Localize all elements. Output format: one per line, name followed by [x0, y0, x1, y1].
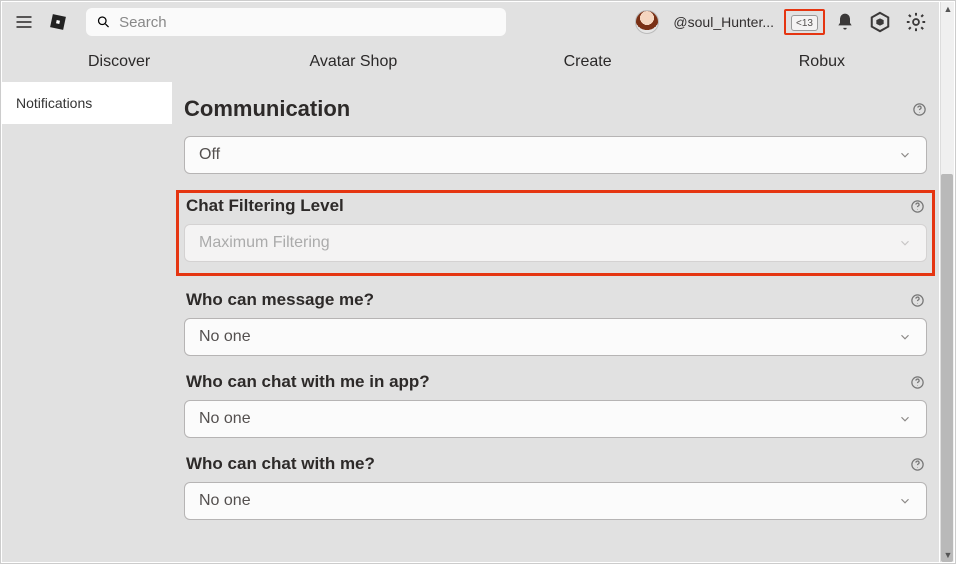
nav-robux[interactable]: Robux [705, 53, 939, 71]
topbar: @soul_Hunter... <13 [2, 2, 939, 42]
notifications-bell-icon[interactable] [835, 12, 855, 32]
help-icon[interactable] [912, 102, 927, 117]
field-label: Who can chat with me? [186, 454, 375, 474]
hamburger-menu-button[interactable] [14, 12, 34, 32]
select-communication-master[interactable]: Off [184, 136, 927, 174]
select-who-message[interactable]: No one [184, 318, 927, 356]
help-icon[interactable] [910, 293, 925, 308]
field-who-chat-in-app: Who can chat with me in app? No one [184, 372, 927, 438]
select-who-chat-in-app[interactable]: No one [184, 400, 927, 438]
field-label-chat-filtering: Chat Filtering Level [186, 196, 344, 216]
chevron-down-icon [898, 330, 912, 344]
select-value: Off [199, 146, 220, 164]
settings-gear-icon[interactable] [905, 11, 927, 33]
field-label: Who can message me? [186, 290, 374, 310]
nav-avatar-shop[interactable]: Avatar Shop [236, 53, 470, 71]
select-value: No one [199, 492, 251, 510]
scroll-up-button[interactable]: ▲ [941, 2, 955, 16]
select-value: No one [199, 328, 251, 346]
select-value: Maximum Filtering [199, 234, 330, 252]
select-who-chat[interactable]: No one [184, 482, 927, 520]
section-title: Communication [184, 96, 350, 122]
robux-hexagon-icon[interactable] [869, 11, 891, 33]
field-label: Who can chat with me in app? [186, 372, 430, 392]
help-icon[interactable] [910, 457, 925, 472]
field-who-chat: Who can chat with me? No one [184, 454, 927, 520]
select-value: No one [199, 410, 251, 428]
age-badge: <13 [791, 15, 818, 31]
chevron-down-icon [898, 148, 912, 162]
field-who-message: Who can message me? No one [184, 290, 927, 356]
sidebar-tab-notifications[interactable]: Notifications [2, 82, 172, 124]
nav-create[interactable]: Create [471, 53, 705, 71]
chevron-down-icon [898, 236, 912, 250]
help-icon[interactable] [910, 375, 925, 390]
chevron-down-icon [898, 494, 912, 508]
search-box[interactable] [86, 8, 506, 36]
age-badge-highlight: <13 [788, 12, 821, 33]
help-icon[interactable] [910, 199, 925, 214]
username-label[interactable]: @soul_Hunter... [673, 14, 774, 30]
search-icon [96, 14, 111, 30]
select-chat-filtering: Maximum Filtering [184, 224, 927, 262]
scroll-down-button[interactable]: ▼ [941, 548, 955, 562]
chevron-down-icon [898, 412, 912, 426]
nav-discover[interactable]: Discover [2, 53, 236, 71]
roblox-logo-icon[interactable] [48, 12, 68, 32]
vertical-scrollbar[interactable]: ▲ ▼ [940, 2, 954, 562]
main-nav: Discover Avatar Shop Create Robux [2, 42, 939, 82]
scroll-thumb[interactable] [941, 174, 953, 562]
settings-sidebar: Notifications [2, 82, 172, 562]
field-communication-master: Off [184, 136, 927, 174]
search-input[interactable] [119, 14, 496, 31]
avatar[interactable] [635, 10, 659, 34]
settings-panel: Communication Off Chat Filtering Level [172, 82, 939, 562]
highlighted-chat-filtering-group: Chat Filtering Level Maximum Filtering [176, 190, 935, 276]
sidebar-tab-label: Notifications [16, 95, 92, 111]
